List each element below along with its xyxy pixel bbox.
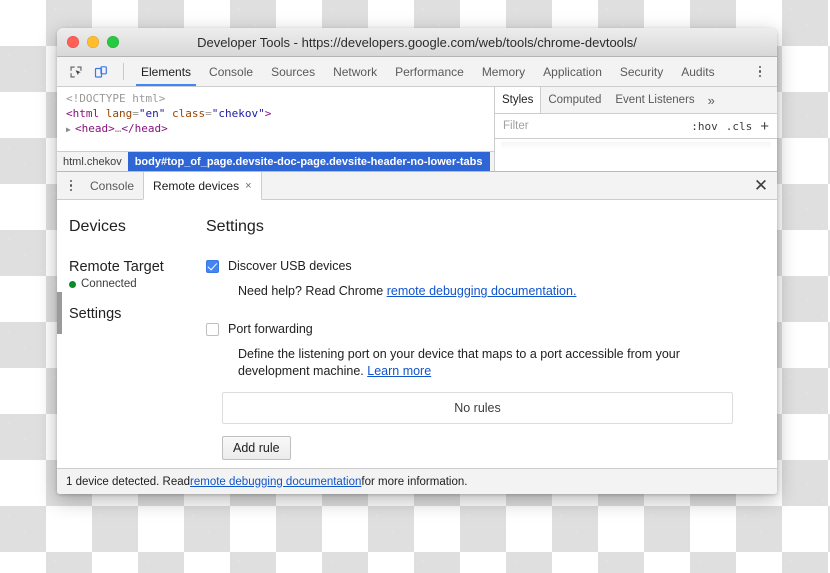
device-toolbar-icon[interactable] bbox=[90, 61, 112, 82]
styles-panel: Styles Computed Event Listeners » :hov .… bbox=[495, 87, 777, 171]
devtools-drawer: Console Remote devices × ✕ Devices Remot… bbox=[57, 171, 777, 494]
port-forwarding-rules-list: No rules bbox=[222, 392, 733, 424]
html-eq-1: = bbox=[132, 107, 139, 120]
devtools-main-area: <!DOCTYPE html> <html lang="en" class="c… bbox=[57, 87, 777, 171]
breadcrumb: html.chekov body#top_of_page.devsite-doc… bbox=[57, 151, 494, 171]
cls-button[interactable]: .cls bbox=[726, 120, 753, 133]
tab-audits[interactable]: Audits bbox=[672, 57, 723, 86]
tab-memory[interactable]: Memory bbox=[473, 57, 534, 86]
tab-console[interactable]: Console bbox=[200, 57, 262, 86]
tab-performance[interactable]: Performance bbox=[386, 57, 473, 86]
drawer-kebab-menu-icon[interactable] bbox=[61, 172, 81, 199]
traffic-lights bbox=[57, 36, 119, 48]
minimize-window-button[interactable] bbox=[87, 36, 99, 48]
dom-line-doctype[interactable]: <!DOCTYPE html> bbox=[66, 91, 494, 106]
close-tab-icon[interactable]: × bbox=[245, 180, 251, 192]
styles-filter-input[interactable] bbox=[501, 119, 684, 133]
drawer-tab-remote-devices-label: Remote devices bbox=[153, 178, 240, 193]
expand-arrow-icon[interactable]: ▶ bbox=[66, 122, 75, 137]
html-lang-value: "en" bbox=[138, 107, 166, 120]
status-bar-documentation-link[interactable]: remote debugging documentation bbox=[190, 476, 361, 488]
drawer-tab-console[interactable]: Console bbox=[81, 172, 143, 199]
connection-status-label: Connected bbox=[81, 278, 137, 290]
html-attr-class: class bbox=[172, 107, 206, 120]
status-bar-prefix: 1 device detected. Read bbox=[66, 475, 191, 488]
kebab-menu-icon[interactable] bbox=[751, 62, 769, 82]
html-attr-lang: lang bbox=[105, 107, 133, 120]
port-forwarding-description: Define the listening port on your device… bbox=[238, 346, 733, 380]
zoom-window-button[interactable] bbox=[107, 36, 119, 48]
new-style-rule-button[interactable]: + bbox=[760, 119, 771, 134]
discover-usb-row[interactable]: Discover USB devices bbox=[206, 259, 753, 273]
remote-devices-settings-pane: Settings Discover USB devices Need help?… bbox=[189, 200, 777, 468]
dom-tree: <!DOCTYPE html> <html lang="en" class="c… bbox=[57, 87, 494, 136]
styles-filter-bar: :hov .cls + bbox=[495, 114, 777, 139]
port-forwarding-description-text: Define the listening port on your device… bbox=[238, 347, 680, 378]
hov-button[interactable]: :hov bbox=[691, 120, 718, 133]
add-rule-button[interactable]: Add rule bbox=[222, 436, 291, 460]
drawer-tab-remote-devices[interactable]: Remote devices × bbox=[143, 172, 262, 200]
remote-devices-view: Devices Remote Target Connected Settings… bbox=[57, 200, 777, 468]
discover-usb-checkbox[interactable] bbox=[206, 259, 219, 273]
head-tag-open: <head> bbox=[75, 122, 115, 135]
html-eq-2: = bbox=[205, 107, 212, 120]
settings-title: Settings bbox=[206, 218, 264, 235]
tab-elements[interactable]: Elements bbox=[132, 57, 200, 86]
html-tag-close-bracket: > bbox=[264, 107, 272, 120]
port-forwarding-label: Port forwarding bbox=[228, 322, 313, 336]
devtools-panel-tabs: Elements Console Sources Network Perform… bbox=[132, 57, 751, 86]
tab-sources[interactable]: Sources bbox=[262, 57, 324, 86]
no-rules-text: No rules bbox=[454, 401, 501, 415]
html-tag-open: <html bbox=[66, 107, 106, 120]
more-tabs-icon[interactable]: » bbox=[702, 87, 721, 113]
styles-rules-area bbox=[495, 139, 777, 171]
toolbar-divider bbox=[123, 63, 124, 80]
dom-line-head[interactable]: ▶ <head>…</head> bbox=[66, 121, 494, 136]
breadcrumb-item-body[interactable]: body#top_of_page.devsite-doc-page.devsit… bbox=[127, 152, 490, 171]
discover-usb-help: Need help? Read Chrome remote debugging … bbox=[238, 283, 753, 300]
window-titlebar: Developer Tools - https://developers.goo… bbox=[57, 28, 777, 57]
devices-heading: Devices bbox=[69, 218, 126, 235]
sidebar-item-remote-target[interactable]: Remote Target bbox=[69, 259, 189, 275]
tab-styles[interactable]: Styles bbox=[495, 87, 542, 113]
connection-status: Connected bbox=[69, 278, 189, 290]
tab-event-listeners[interactable]: Event Listeners bbox=[608, 87, 701, 113]
close-window-button[interactable] bbox=[67, 36, 79, 48]
status-dot-icon bbox=[69, 280, 76, 288]
discover-usb-help-prefix: Need help? Read Chrome bbox=[238, 284, 387, 298]
inspect-element-icon[interactable] bbox=[65, 61, 87, 82]
status-bar: 1 device detected. Read remote debugging… bbox=[57, 468, 777, 494]
status-bar-suffix: for more information. bbox=[361, 475, 468, 488]
tab-application[interactable]: Application bbox=[534, 57, 611, 86]
dom-line-html[interactable]: <html lang="en" class="chekov"> bbox=[66, 106, 494, 121]
learn-more-link[interactable]: Learn more bbox=[367, 364, 431, 378]
window-title: Developer Tools - https://developers.goo… bbox=[197, 34, 637, 50]
tab-network[interactable]: Network bbox=[324, 57, 386, 86]
port-forwarding-checkbox[interactable] bbox=[206, 322, 219, 336]
tab-security[interactable]: Security bbox=[611, 57, 672, 86]
sidebar-scrollbar[interactable] bbox=[57, 292, 62, 334]
elements-panel: <!DOCTYPE html> <html lang="en" class="c… bbox=[57, 87, 495, 171]
tab-computed[interactable]: Computed bbox=[541, 87, 608, 113]
html-class-value: "chekov" bbox=[211, 107, 265, 120]
breadcrumb-item-html[interactable]: html.chekov bbox=[57, 152, 128, 171]
drawer-tabbar: Console Remote devices × ✕ bbox=[57, 172, 777, 200]
head-tag-close: </head> bbox=[121, 122, 168, 135]
remote-devices-sidebar: Devices Remote Target Connected Settings bbox=[57, 200, 189, 468]
styles-panel-tabs: Styles Computed Event Listeners » bbox=[495, 87, 777, 114]
port-forwarding-row[interactable]: Port forwarding bbox=[206, 322, 753, 336]
devtools-window: Developer Tools - https://developers.goo… bbox=[57, 28, 777, 494]
html-space-1 bbox=[165, 107, 172, 120]
close-drawer-icon[interactable]: ✕ bbox=[745, 172, 777, 199]
doctype-text: <!DOCTYPE html> bbox=[66, 92, 166, 105]
remote-debugging-documentation-link[interactable]: remote debugging documentation. bbox=[387, 284, 577, 298]
discover-usb-label: Discover USB devices bbox=[228, 259, 352, 273]
devtools-toolbar: Elements Console Sources Network Perform… bbox=[57, 57, 777, 87]
sidebar-item-settings[interactable]: Settings bbox=[69, 306, 189, 322]
